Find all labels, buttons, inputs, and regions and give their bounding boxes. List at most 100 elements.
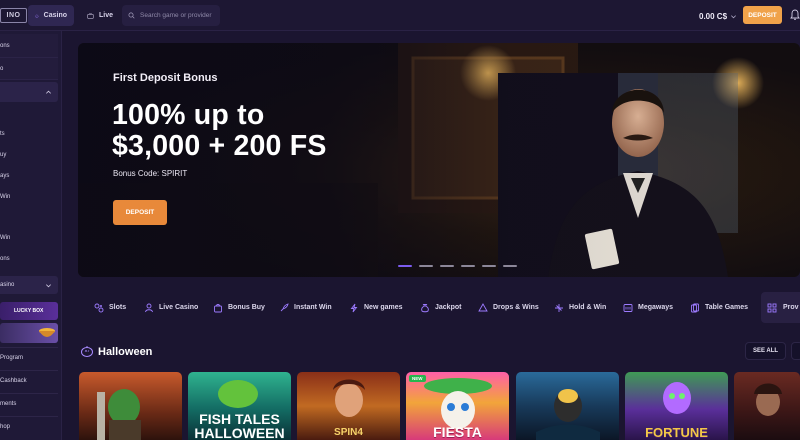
search-input[interactable] (140, 12, 220, 19)
sidebar-section-live-casino[interactable]: asino (0, 276, 58, 294)
sidebar-section-games[interactable] (0, 82, 58, 102)
bonus-tile[interactable] (0, 323, 58, 343)
tab-casino-label: Casino (43, 12, 67, 19)
bell-icon[interactable] (790, 9, 800, 21)
sidebar-item-label: ments (0, 401, 17, 407)
balance-dropdown[interactable]: 0.00 C$ (699, 7, 737, 25)
section-title: Halloween (98, 346, 153, 358)
site-logo[interactable]: INO (0, 8, 27, 23)
carousel-dots (398, 265, 517, 267)
sidebar-item-cashback[interactable]: Cashback (0, 373, 58, 389)
deposit-button[interactable]: DEPOSIT (743, 6, 782, 24)
game-title: FIESTA (433, 424, 482, 440)
sidebar-item-hold-win[interactable]: Win (0, 231, 58, 245)
category-providers[interactable]: Prov (761, 292, 800, 323)
sidebar-item-label: Win (0, 235, 11, 241)
sidebar-item-instant-win[interactable]: Win (0, 190, 58, 204)
tv-icon (87, 12, 94, 19)
category-live-casino[interactable]: Live Casino (144, 292, 198, 323)
category-slots[interactable]: Slots (94, 292, 126, 323)
game-card[interactable] (516, 372, 619, 440)
rocket-icon (280, 302, 289, 311)
sidebar-item-megaways[interactable]: ays (0, 169, 58, 183)
grid-icon (767, 303, 777, 312)
sidebar-item-bonus-buy[interactable]: uy (0, 148, 58, 162)
hero-title-line1: 100% up to (112, 99, 265, 131)
hero-bonus-code: Bonus Code: SPIRIT (113, 169, 188, 178)
category-label: Live Casino (159, 304, 199, 311)
bolt-icon (350, 303, 358, 312)
hero-title-line2: $3,000 + 200 FS (112, 130, 327, 162)
moneybag-icon (421, 303, 429, 312)
game-card[interactable]: NEW FIESTA (406, 372, 509, 440)
game-title: SPIN4 (334, 427, 363, 438)
sidebar-item-casino[interactable]: o (0, 58, 58, 80)
sidebar-item-label: o (0, 65, 4, 72)
category-drops-wins[interactable]: Drops & Wins (478, 292, 539, 323)
drops-icon (478, 302, 488, 311)
game-card[interactable] (79, 372, 182, 440)
game-thumbnail (536, 389, 600, 440)
game-card[interactable] (734, 372, 800, 440)
game-card[interactable]: FISH TALES HALLOWEEN (188, 372, 291, 440)
category-label: Jackpot (435, 304, 462, 311)
sidebar: ons o ts uy ays Win Win ons asino LUCKY … (0, 31, 62, 440)
top-bar: INO Casino Live 0.00 C$ DEPOSIT (0, 0, 800, 31)
category-instant-win[interactable]: Instant Win (279, 292, 332, 323)
game-thumbnail (97, 389, 141, 440)
category-jackpot[interactable]: Jackpot (420, 292, 461, 323)
category-new-games[interactable]: New games (349, 292, 403, 323)
category-label: Drops & Wins (493, 304, 539, 311)
tab-casino[interactable]: Casino (28, 5, 74, 26)
category-table-games[interactable]: Table Games (690, 292, 748, 323)
sidebar-item-label: ons (0, 42, 10, 49)
category-label: Prov (783, 304, 799, 311)
sidebar-item-tournaments[interactable]: ments (0, 396, 58, 412)
category-megaways[interactable]: Megaways (623, 292, 673, 323)
sidebar-item-promotions-2[interactable]: ons (0, 252, 58, 266)
sidebar-item-label: ays (0, 173, 10, 179)
carousel-dot[interactable] (503, 265, 517, 267)
new-badge: NEW (409, 375, 426, 382)
scroll-next-button[interactable] (791, 342, 800, 360)
game-title: FISH TALES HALLOWEEN (194, 411, 285, 440)
tab-live[interactable]: Live (80, 5, 120, 26)
game-card[interactable]: SPIN4 (297, 372, 400, 440)
category-label: Hold & Win (569, 304, 607, 311)
category-bonus-buy[interactable]: Bonus Buy (213, 292, 265, 323)
category-label: Bonus Buy (228, 304, 265, 311)
category-label: Instant Win (294, 304, 332, 311)
hero-deposit-button[interactable]: DEPOSIT (113, 200, 167, 225)
chevron-down-icon (46, 283, 51, 287)
slots-icon (94, 303, 104, 312)
sidebar-item-promotions[interactable]: ons (0, 34, 58, 58)
pumpkin-icon (81, 346, 93, 357)
carousel-dot[interactable] (440, 265, 454, 267)
bag-icon (214, 303, 222, 312)
category-label: Megaways (638, 304, 674, 311)
carousel-dot[interactable] (482, 265, 496, 267)
sidebar-item-label: ts (0, 131, 5, 137)
sidebar-item-shop[interactable]: hop (0, 419, 58, 435)
chevron-up-icon (46, 90, 51, 94)
sidebar-item-loyalty-program[interactable]: Program (0, 350, 58, 366)
chevron-down-icon (731, 14, 737, 18)
game-thumbnail (754, 383, 782, 416)
lucky-box-label: LUCKY BOX (14, 308, 44, 314)
carousel-dot[interactable] (398, 265, 412, 267)
dealer-icon (145, 303, 153, 312)
sidebar-item-label: Program (0, 355, 24, 361)
carousel-dot[interactable] (419, 265, 433, 267)
game-title: FORTUNE (645, 425, 708, 440)
hero-banner[interactable]: First Deposit Bonus 100% up to $3,000 + … (78, 43, 800, 277)
category-hold-win[interactable]: Hold & Win (554, 292, 606, 323)
game-card[interactable]: FORTUNE (625, 372, 728, 440)
lucky-box-banner[interactable]: LUCKY BOX (0, 302, 58, 320)
sidebar-item-slots[interactable]: ts (0, 127, 58, 141)
carousel-dot[interactable] (461, 265, 475, 267)
sidebar-item-label: Cashback (0, 378, 27, 384)
cards-icon (691, 303, 699, 312)
sidebar-item-label: ons (0, 256, 10, 262)
search-box[interactable] (122, 5, 220, 26)
see-all-button[interactable]: SEE ALL (745, 342, 786, 360)
